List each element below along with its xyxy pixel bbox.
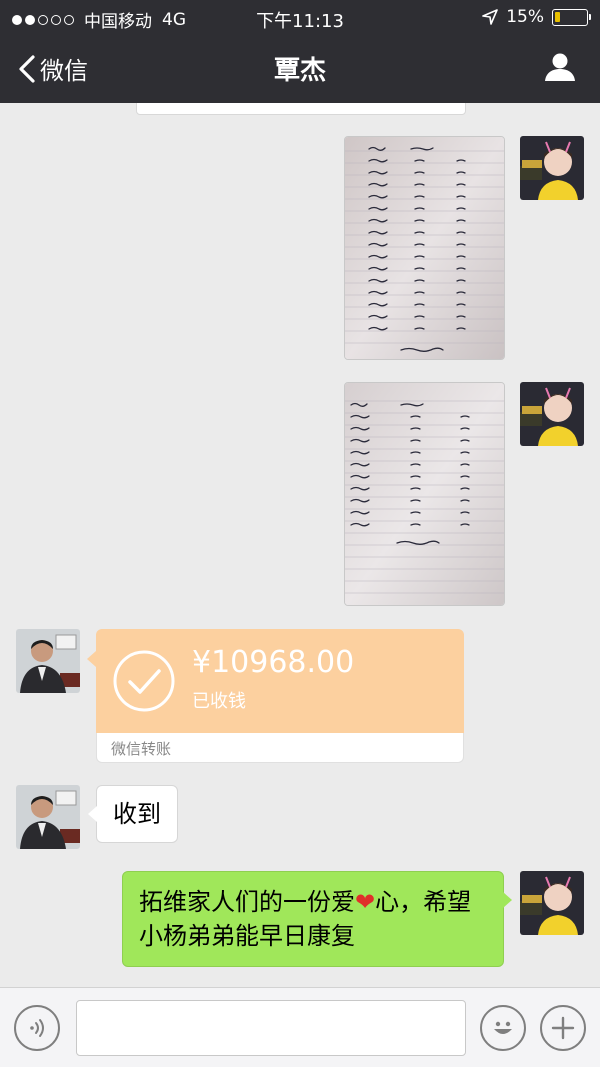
man-photo: [16, 785, 80, 849]
top-bar: 中国移动 4G 下午11:13 15% 微信 覃杰: [0, 0, 600, 103]
location-icon: [482, 9, 499, 25]
handwritten-list-photo: [345, 137, 504, 359]
avatar-self[interactable]: [520, 871, 584, 935]
message-text: 拓维家人们的一份爱: [139, 888, 355, 916]
checkmark-icon: [113, 650, 175, 712]
sent-text-bubble[interactable]: 拓维家人们的一份爱❤心，希望小杨弟弟能早日康复: [122, 871, 512, 967]
input-bar: [0, 987, 600, 1067]
transfer-status: 已收钱: [192, 691, 246, 712]
battery-percent: 15%: [506, 7, 544, 27]
child-photo: [520, 136, 584, 200]
handwritten-list-photo: [345, 383, 504, 605]
emoji-icon: [494, 1021, 512, 1034]
message-input[interactable]: [76, 1000, 466, 1056]
transfer-card-header: ¥10968.00 已收钱: [87, 629, 464, 733]
received-text-bubble[interactable]: 收到: [88, 785, 178, 843]
chat-title: 覃杰: [273, 56, 326, 86]
person-icon[interactable]: [544, 52, 576, 82]
avatar-self[interactable]: [520, 382, 584, 446]
chat-area[interactable]: ¥10968.00 已收钱 微信转账 收到 拓维家人们的一份爱❤心，希望小杨弟弟…: [0, 103, 600, 987]
man-photo: [16, 629, 80, 693]
transfer-card[interactable]: ¥10968.00 已收钱 微信转账: [87, 629, 464, 763]
status-bar: 中国移动 4G 下午11:13 15%: [0, 0, 600, 34]
voice-icon: [30, 1019, 44, 1037]
image-message[interactable]: [344, 382, 505, 606]
avatar-contact[interactable]: [16, 629, 80, 693]
emoji-button[interactable]: [480, 1005, 526, 1051]
transfer-amount: ¥10968.00: [192, 645, 355, 680]
heart-icon: ❤: [355, 888, 376, 916]
battery-icon: [552, 8, 591, 26]
image-message[interactable]: [344, 136, 505, 360]
plus-button[interactable]: [540, 1005, 586, 1051]
child-photo: [520, 871, 584, 935]
navigation-bar: 微信 覃杰: [0, 34, 600, 103]
previous-message-card[interactable]: [136, 103, 466, 115]
transfer-footer: 微信转账: [96, 733, 464, 763]
child-photo: [520, 382, 584, 446]
avatar-self[interactable]: [520, 136, 584, 200]
avatar-contact[interactable]: [16, 785, 80, 849]
voice-button[interactable]: [14, 1005, 60, 1051]
message-text: 收到: [113, 800, 161, 828]
plus-icon: [551, 1016, 575, 1040]
